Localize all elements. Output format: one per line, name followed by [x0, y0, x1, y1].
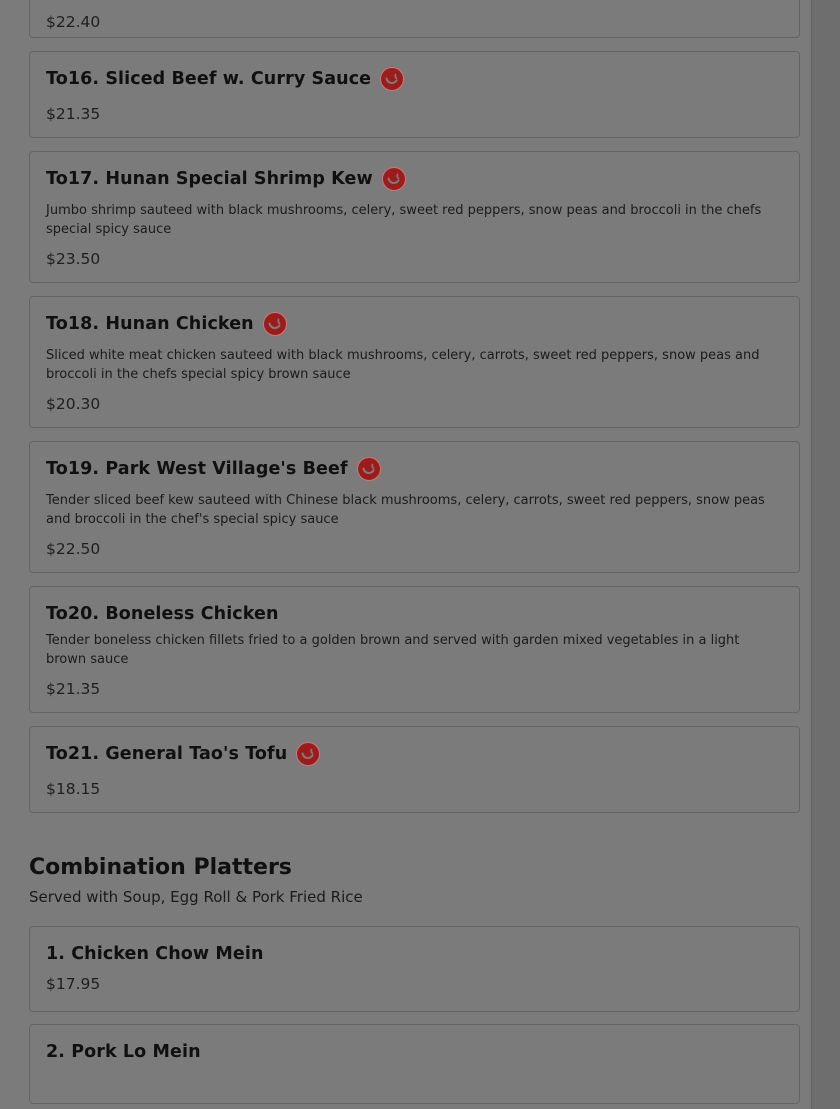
item-description: Tender sliced beef kew sauteed with Chin… [46, 493, 765, 527]
item-title: To19. Park West Village's Beef [46, 459, 348, 479]
page-scrollbar[interactable] [811, 0, 840, 1109]
menu-item-card-to20[interactable]: To20. Boneless Chicken Tender boneless c… [29, 586, 800, 713]
spicy-pepper-icon [380, 67, 405, 91]
section-title: Combination Platters [29, 855, 292, 880]
item-price: $20.30 [46, 395, 101, 413]
menu-item-card-to19[interactable]: To19. Park West Village's Beef Tender sl… [29, 441, 800, 573]
item-title: To17. Hunan Special Shrimp Kew [46, 169, 373, 189]
combination-platters-section: Combination Platters Served with Soup, E… [29, 853, 800, 908]
item-title: 1. Chicken Chow Mein [46, 944, 264, 964]
menu-page: $22.40 To16. Sliced Beef w. Curry Sauce … [0, 0, 811, 1109]
menu-item-card-to17[interactable]: To17. Hunan Special Shrimp Kew Jumbo shr… [29, 151, 800, 283]
menu-item-card-combo-2[interactable]: 2. Pork Lo Mein [29, 1024, 800, 1104]
item-title: To20. Boneless Chicken [46, 604, 279, 624]
item-title: To21. General Tao's Tofu [46, 744, 288, 764]
item-description: Jumbo shrimp sauteed with black mushroom… [46, 203, 762, 237]
item-price: $21.35 [46, 105, 101, 123]
item-description: Tender boneless chicken fillets fried to… [46, 633, 740, 667]
item-price: $22.50 [46, 540, 101, 558]
spicy-pepper-icon [356, 457, 381, 481]
menu-item-card-previous[interactable]: $22.40 [29, 0, 800, 38]
item-price: $21.35 [46, 680, 101, 698]
spicy-pepper-icon [296, 742, 321, 766]
menu-item-card-to21[interactable]: To21. General Tao's Tofu $18.15 [29, 726, 800, 813]
section-subtitle: Served with Soup, Egg Roll & Pork Fried … [29, 888, 363, 906]
item-description: Sliced white meat chicken sauteed with b… [46, 348, 760, 382]
menu-item-card-to16[interactable]: To16. Sliced Beef w. Curry Sauce $21.35 [29, 51, 800, 138]
item-price: $17.95 [46, 975, 101, 993]
menu-item-card-combo-1[interactable]: 1. Chicken Chow Mein $17.95 [29, 926, 800, 1012]
spicy-pepper-icon [262, 312, 287, 336]
item-price: $23.50 [46, 250, 101, 268]
spicy-pepper-icon [381, 167, 406, 191]
item-title: 2. Pork Lo Mein [46, 1042, 201, 1062]
item-price: $22.40 [46, 13, 101, 31]
menu-item-card-to18[interactable]: To18. Hunan Chicken Sliced white meat ch… [29, 296, 800, 428]
item-price: $18.15 [46, 780, 101, 798]
item-title: To18. Hunan Chicken [46, 314, 254, 334]
menu-content: $22.40 To16. Sliced Beef w. Curry Sauce … [29, 0, 800, 1109]
item-title: To16. Sliced Beef w. Curry Sauce [46, 69, 372, 89]
